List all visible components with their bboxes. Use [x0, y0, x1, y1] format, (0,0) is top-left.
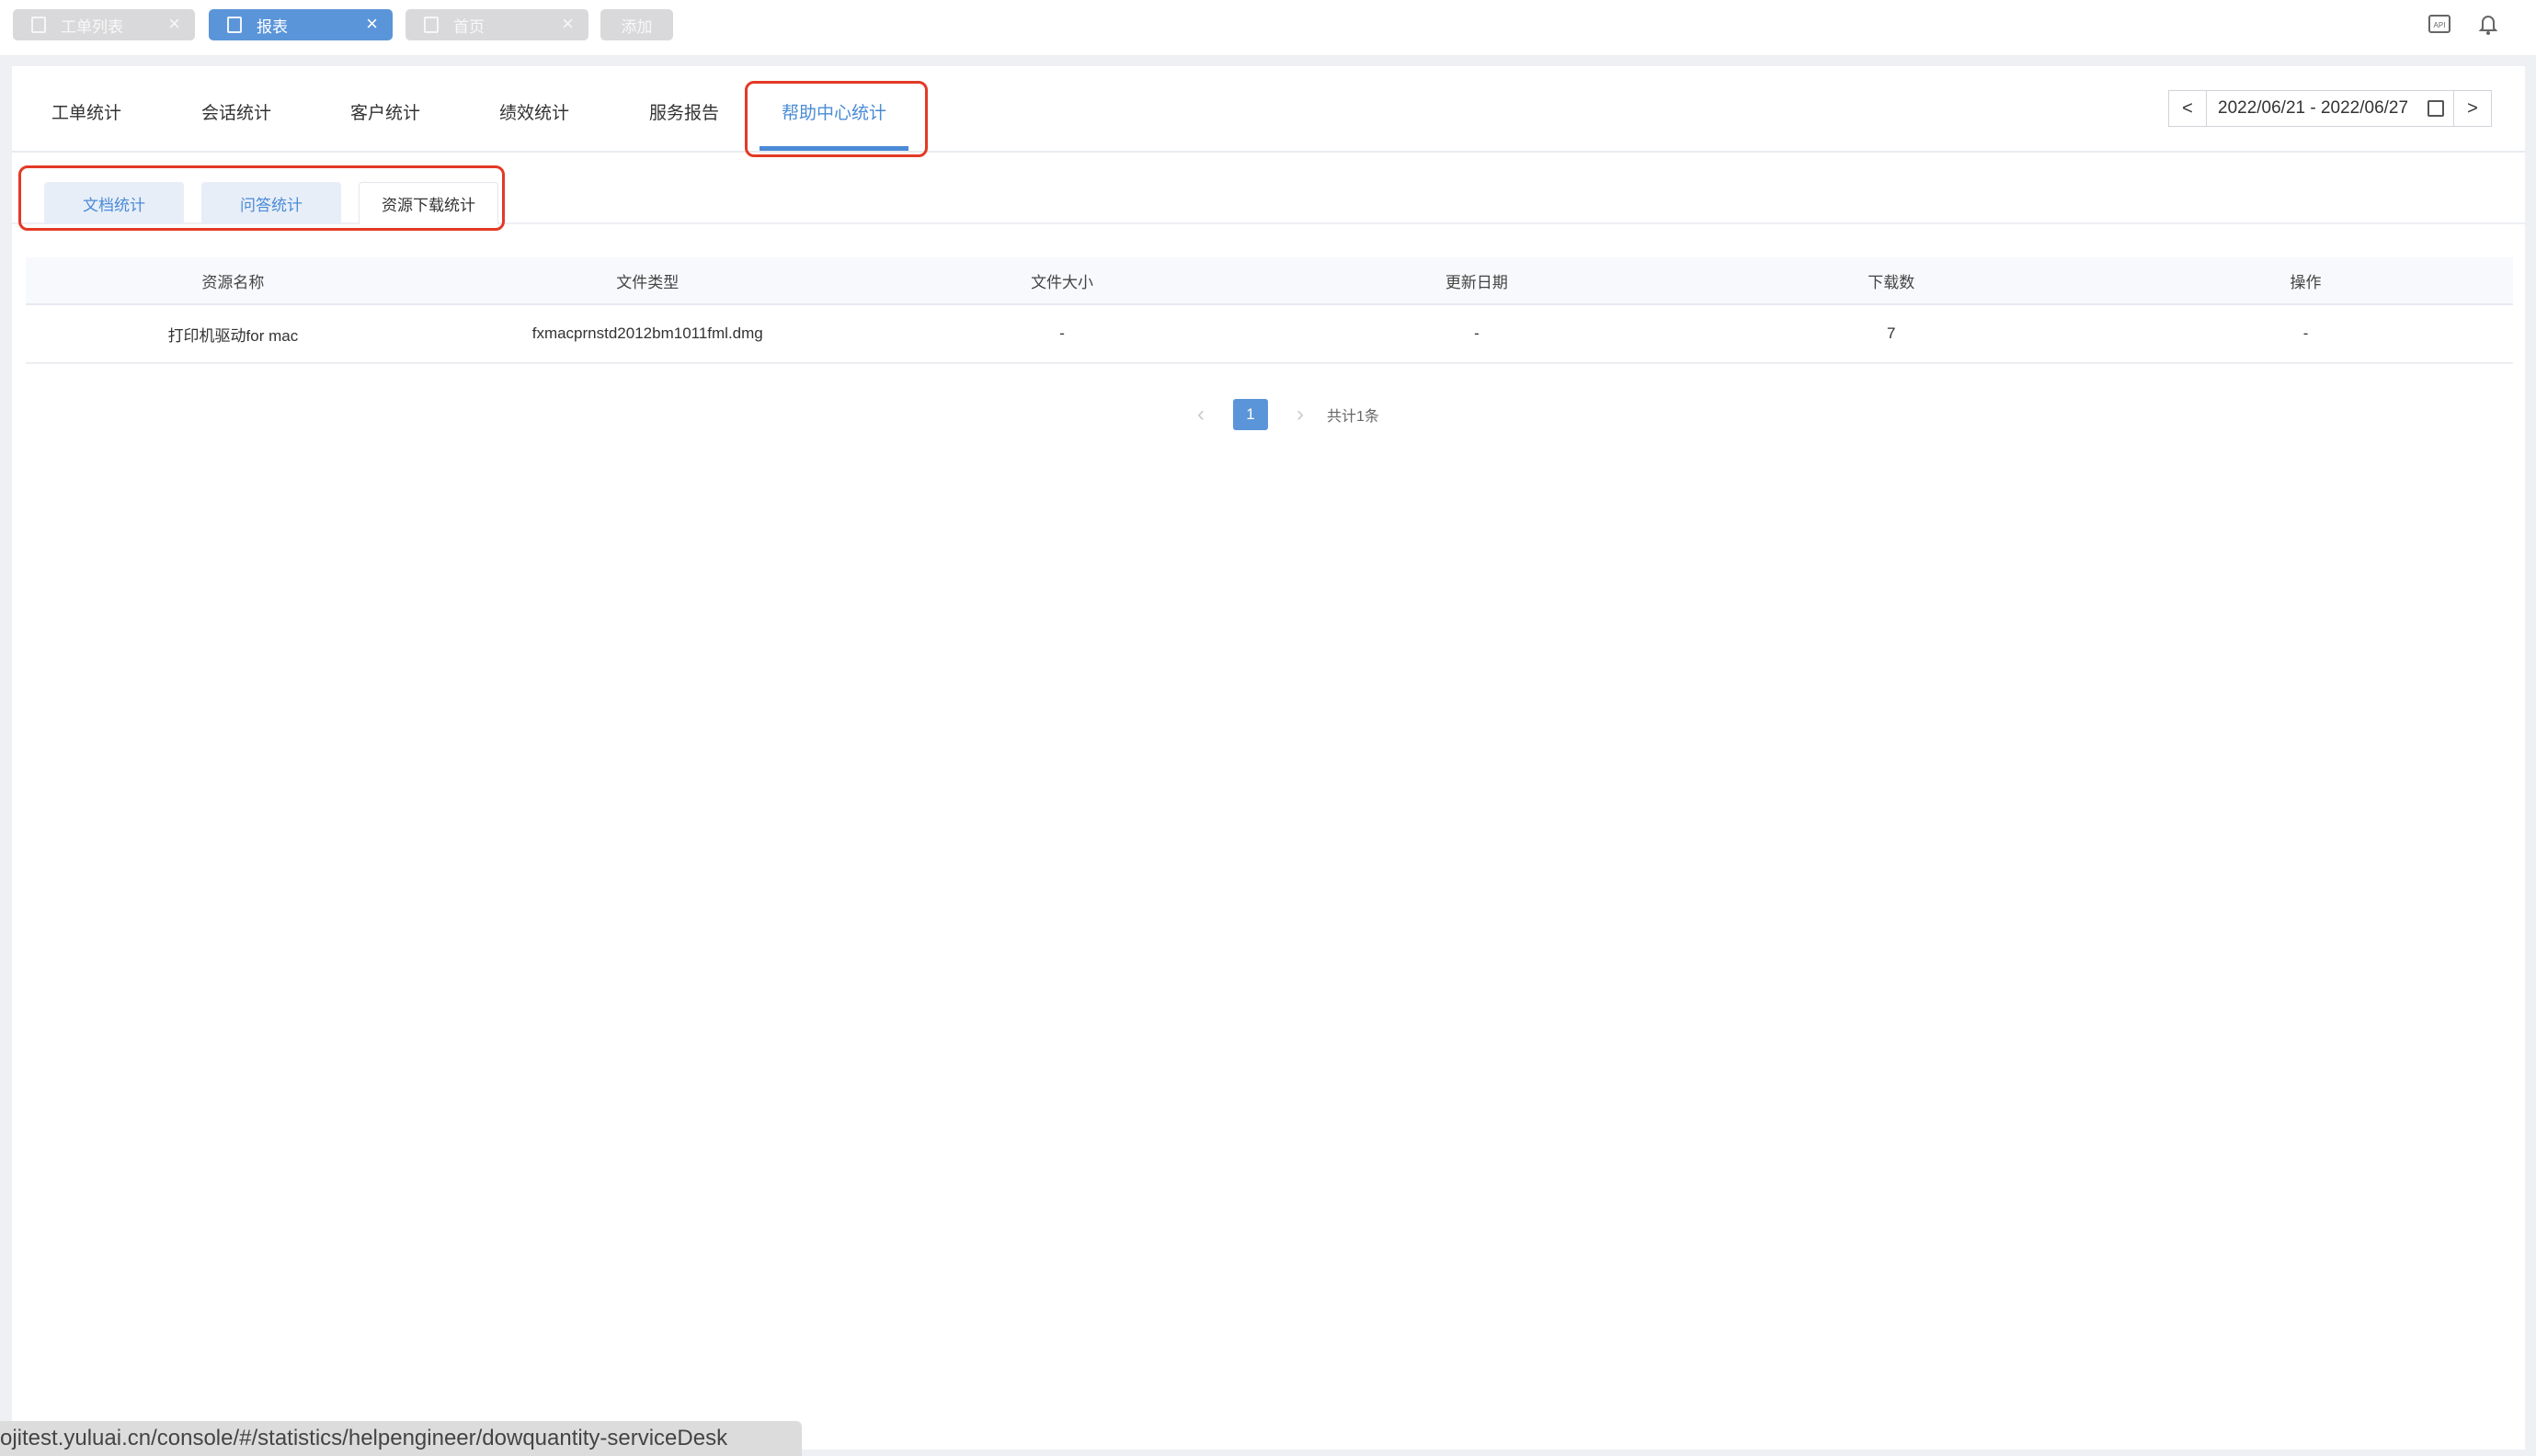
page-button-current[interactable]: 1: [1233, 399, 1268, 430]
col-download-count: 下载数: [1868, 273, 1915, 291]
next-week-button[interactable]: >: [2453, 90, 2492, 127]
link-status-bar: ojitest.yuluai.cn/console/#/statistics/h…: [0, 1421, 802, 1456]
window-tab-label: 首页: [453, 17, 485, 36]
window-tab-label: 报表: [257, 17, 288, 36]
prev-page-icon[interactable]: ‹: [1187, 402, 1215, 427]
col-file-size: 文件大小: [1031, 273, 1094, 291]
tab-customer-stats[interactable]: 客户统计: [350, 99, 420, 124]
pagination: ‹ 1 › 共计1条: [1187, 397, 1379, 432]
window-tab-bar: 工单列表 × 报表 × 首页 × 添加 API: [0, 0, 2536, 55]
col-resource-name: 资源名称: [201, 273, 265, 291]
col-update-date: 更新日期: [1445, 273, 1508, 291]
window-tab-reports[interactable]: 报表 ×: [209, 9, 393, 40]
api-icon[interactable]: API: [2426, 11, 2453, 39]
next-page-icon[interactable]: ›: [1286, 402, 1314, 427]
pagination-total: 共计1条: [1327, 409, 1379, 425]
cell-file-size: -: [1059, 324, 1065, 342]
date-range-input[interactable]: 2022/06/21 - 2022/06/27: [2207, 90, 2453, 127]
tab-ticket-stats[interactable]: 工单统计: [51, 99, 121, 124]
date-range-picker: < 2022/06/21 - 2022/06/27 >: [2168, 90, 2492, 127]
prev-week-button[interactable]: <: [2168, 90, 2207, 127]
cell-update-date: -: [1474, 324, 1479, 342]
close-icon[interactable]: ×: [366, 12, 378, 36]
resource-table: 资源名称 文件类型 文件大小 更新日期 下载数 操作 打印机驱动for mac …: [26, 257, 2513, 364]
table-row: 打印机驱动for mac fxmacprnstd2012bm1011fml.dm…: [26, 305, 2513, 364]
svg-text:API: API: [2434, 21, 2446, 29]
close-icon[interactable]: ×: [168, 12, 180, 36]
report-nav: 工单统计 会话统计 客户统计 绩效统计 服务报告 帮助中心统计 < 2022/0…: [12, 66, 2525, 157]
table-header: 资源名称 文件类型 文件大小 更新日期 下载数 操作: [26, 257, 2513, 305]
calendar-icon: [2427, 100, 2444, 117]
col-actions: 操作: [2290, 273, 2322, 291]
tab-chat-stats[interactable]: 会话统计: [201, 99, 271, 124]
document-icon: [31, 17, 46, 33]
highlight-box-nav: [745, 81, 928, 157]
report-panel: 工单统计 会话统计 客户统计 绩效统计 服务报告 帮助中心统计 < 2022/0…: [12, 66, 2525, 1450]
cell-resource-name: 打印机驱动for mac: [167, 326, 299, 345]
document-icon: [227, 17, 242, 33]
date-range-value: 2022/06/21 - 2022/06/27: [2218, 98, 2409, 118]
window-tab-home[interactable]: 首页 ×: [406, 9, 588, 40]
add-tab-label: 添加: [621, 17, 653, 36]
tab-performance-stats[interactable]: 绩效统计: [499, 99, 569, 124]
window-tab-label: 工单列表: [61, 17, 123, 36]
col-file-type: 文件类型: [616, 273, 680, 291]
cell-actions: -: [2302, 324, 2309, 342]
close-icon[interactable]: ×: [562, 12, 574, 36]
status-url: ojitest.yuluai.cn/console/#/statistics/h…: [0, 1426, 728, 1450]
bell-icon[interactable]: [2474, 11, 2502, 39]
cell-download-count: 7: [1886, 324, 1896, 342]
highlight-box-subtabs: [18, 165, 505, 231]
add-tab-button[interactable]: 添加: [600, 9, 673, 40]
document-icon: [424, 17, 439, 33]
window-tab-ticket-list[interactable]: 工单列表 ×: [13, 9, 195, 40]
tab-service-report[interactable]: 服务报告: [649, 99, 719, 124]
cell-file-type: fxmacprnstd2012bm1011fml.dmg: [531, 324, 763, 342]
